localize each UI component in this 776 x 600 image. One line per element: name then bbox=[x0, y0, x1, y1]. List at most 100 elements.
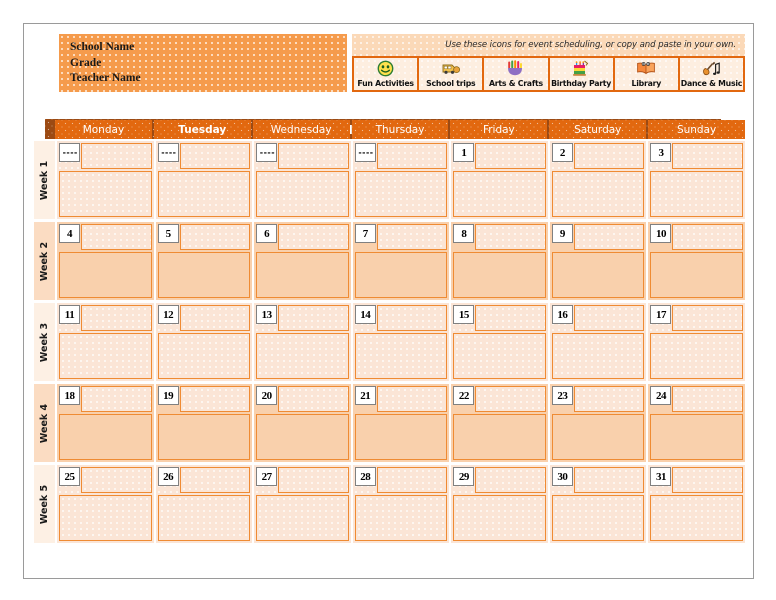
event-note-bottom[interactable] bbox=[157, 252, 251, 298]
event-note-top[interactable] bbox=[475, 305, 546, 331]
date-number-box[interactable]: 7 bbox=[354, 224, 376, 243]
event-note-bottom[interactable] bbox=[354, 252, 448, 298]
day-cell[interactable]: 26 bbox=[155, 465, 253, 543]
event-note-top[interactable] bbox=[672, 305, 744, 331]
day-cell[interactable]: 19 bbox=[155, 384, 253, 462]
event-note-top[interactable] bbox=[672, 224, 744, 250]
day-cell[interactable]: 4 bbox=[57, 222, 154, 300]
date-number-box[interactable]: 9 bbox=[551, 224, 573, 243]
date-number-box[interactable]: 24 bbox=[650, 386, 672, 405]
day-cell[interactable]: 13 bbox=[254, 303, 351, 381]
day-cell[interactable]: 29 bbox=[451, 465, 548, 543]
event-note-top[interactable] bbox=[278, 467, 349, 493]
date-number-box[interactable]: 13 bbox=[256, 305, 278, 324]
event-note-bottom[interactable] bbox=[256, 414, 349, 460]
day-cell[interactable]: 20 bbox=[254, 384, 351, 462]
day-cell[interactable]: ---- bbox=[155, 141, 253, 219]
event-note-bottom[interactable] bbox=[551, 171, 645, 217]
event-note-top[interactable] bbox=[81, 143, 152, 169]
event-note-bottom[interactable] bbox=[354, 333, 448, 379]
day-cell[interactable]: 3 bbox=[648, 141, 746, 219]
date-number-box[interactable]: 3 bbox=[650, 143, 672, 162]
day-cell[interactable]: 14 bbox=[352, 303, 450, 381]
day-cell[interactable]: 27 bbox=[254, 465, 351, 543]
date-number-box[interactable]: 4 bbox=[59, 224, 80, 243]
event-note-top[interactable] bbox=[179, 305, 251, 331]
event-note-bottom[interactable] bbox=[59, 495, 152, 541]
date-number-box[interactable]: 12 bbox=[157, 305, 179, 324]
date-number-box[interactable]: 21 bbox=[354, 386, 376, 405]
day-cell[interactable]: 22 bbox=[451, 384, 548, 462]
event-note-top[interactable] bbox=[81, 386, 152, 412]
event-note-bottom[interactable] bbox=[354, 414, 448, 460]
event-note-bottom[interactable] bbox=[59, 252, 152, 298]
event-note-bottom[interactable] bbox=[256, 333, 349, 379]
day-cell[interactable]: 23 bbox=[549, 384, 647, 462]
date-number-box[interactable]: 30 bbox=[551, 467, 573, 486]
day-cell[interactable]: 8 bbox=[451, 222, 548, 300]
event-note-bottom[interactable] bbox=[256, 495, 349, 541]
icon-cell-dance-music[interactable]: Dance & Music bbox=[679, 58, 744, 90]
event-note-bottom[interactable] bbox=[157, 495, 251, 541]
date-number-box[interactable]: ---- bbox=[59, 143, 80, 162]
day-cell[interactable]: 10 bbox=[648, 222, 746, 300]
date-number-box[interactable]: 27 bbox=[256, 467, 278, 486]
teacher-name-field[interactable]: Teacher Name bbox=[70, 71, 347, 87]
event-note-bottom[interactable] bbox=[453, 495, 546, 541]
day-cell[interactable]: ---- bbox=[352, 141, 450, 219]
event-note-bottom[interactable] bbox=[650, 414, 744, 460]
date-number-box[interactable]: 28 bbox=[354, 467, 376, 486]
date-number-box[interactable]: 5 bbox=[157, 224, 179, 243]
event-note-top[interactable] bbox=[475, 143, 546, 169]
event-note-bottom[interactable] bbox=[453, 252, 546, 298]
event-note-bottom[interactable] bbox=[650, 252, 744, 298]
event-note-bottom[interactable] bbox=[453, 333, 546, 379]
event-note-top[interactable] bbox=[278, 305, 349, 331]
date-number-box[interactable]: ---- bbox=[354, 143, 376, 162]
date-number-box[interactable]: 14 bbox=[354, 305, 376, 324]
event-note-top[interactable] bbox=[672, 143, 744, 169]
day-cell[interactable]: 11 bbox=[57, 303, 154, 381]
event-note-top[interactable] bbox=[278, 143, 349, 169]
school-name-field[interactable]: School Name bbox=[70, 40, 347, 56]
event-note-bottom[interactable] bbox=[354, 171, 448, 217]
event-note-top[interactable] bbox=[475, 467, 546, 493]
event-note-top[interactable] bbox=[475, 386, 546, 412]
date-number-box[interactable]: 2 bbox=[551, 143, 573, 162]
event-note-bottom[interactable] bbox=[59, 333, 152, 379]
date-number-box[interactable]: 31 bbox=[650, 467, 672, 486]
event-note-top[interactable] bbox=[179, 467, 251, 493]
event-note-bottom[interactable] bbox=[256, 252, 349, 298]
date-number-box[interactable]: 19 bbox=[157, 386, 179, 405]
event-note-top[interactable] bbox=[376, 305, 448, 331]
event-note-bottom[interactable] bbox=[650, 333, 744, 379]
event-note-bottom[interactable] bbox=[157, 414, 251, 460]
event-note-top[interactable] bbox=[81, 467, 152, 493]
icon-cell-fun-activities[interactable]: Fun Activities bbox=[354, 58, 420, 90]
date-number-box[interactable]: 22 bbox=[453, 386, 475, 405]
event-note-top[interactable] bbox=[672, 467, 744, 493]
event-note-top[interactable] bbox=[573, 143, 645, 169]
event-note-top[interactable] bbox=[376, 467, 448, 493]
event-note-bottom[interactable] bbox=[551, 495, 645, 541]
event-note-bottom[interactable] bbox=[453, 414, 546, 460]
date-number-box[interactable]: 11 bbox=[59, 305, 80, 324]
day-cell[interactable]: 16 bbox=[549, 303, 647, 381]
date-number-box[interactable]: 8 bbox=[453, 224, 475, 243]
event-note-bottom[interactable] bbox=[354, 495, 448, 541]
date-number-box[interactable]: 23 bbox=[551, 386, 573, 405]
event-note-top[interactable] bbox=[278, 224, 349, 250]
day-cell[interactable]: 21 bbox=[352, 384, 450, 462]
day-cell[interactable]: 5 bbox=[155, 222, 253, 300]
event-note-top[interactable] bbox=[573, 305, 645, 331]
date-number-box[interactable]: 20 bbox=[256, 386, 278, 405]
event-note-top[interactable] bbox=[573, 386, 645, 412]
event-note-bottom[interactable] bbox=[256, 171, 349, 217]
event-note-top[interactable] bbox=[475, 224, 546, 250]
day-cell[interactable]: 28 bbox=[352, 465, 450, 543]
date-number-box[interactable]: ---- bbox=[157, 143, 179, 162]
day-cell[interactable]: 9 bbox=[549, 222, 647, 300]
event-note-bottom[interactable] bbox=[551, 252, 645, 298]
event-note-bottom[interactable] bbox=[157, 333, 251, 379]
event-note-bottom[interactable] bbox=[650, 495, 744, 541]
